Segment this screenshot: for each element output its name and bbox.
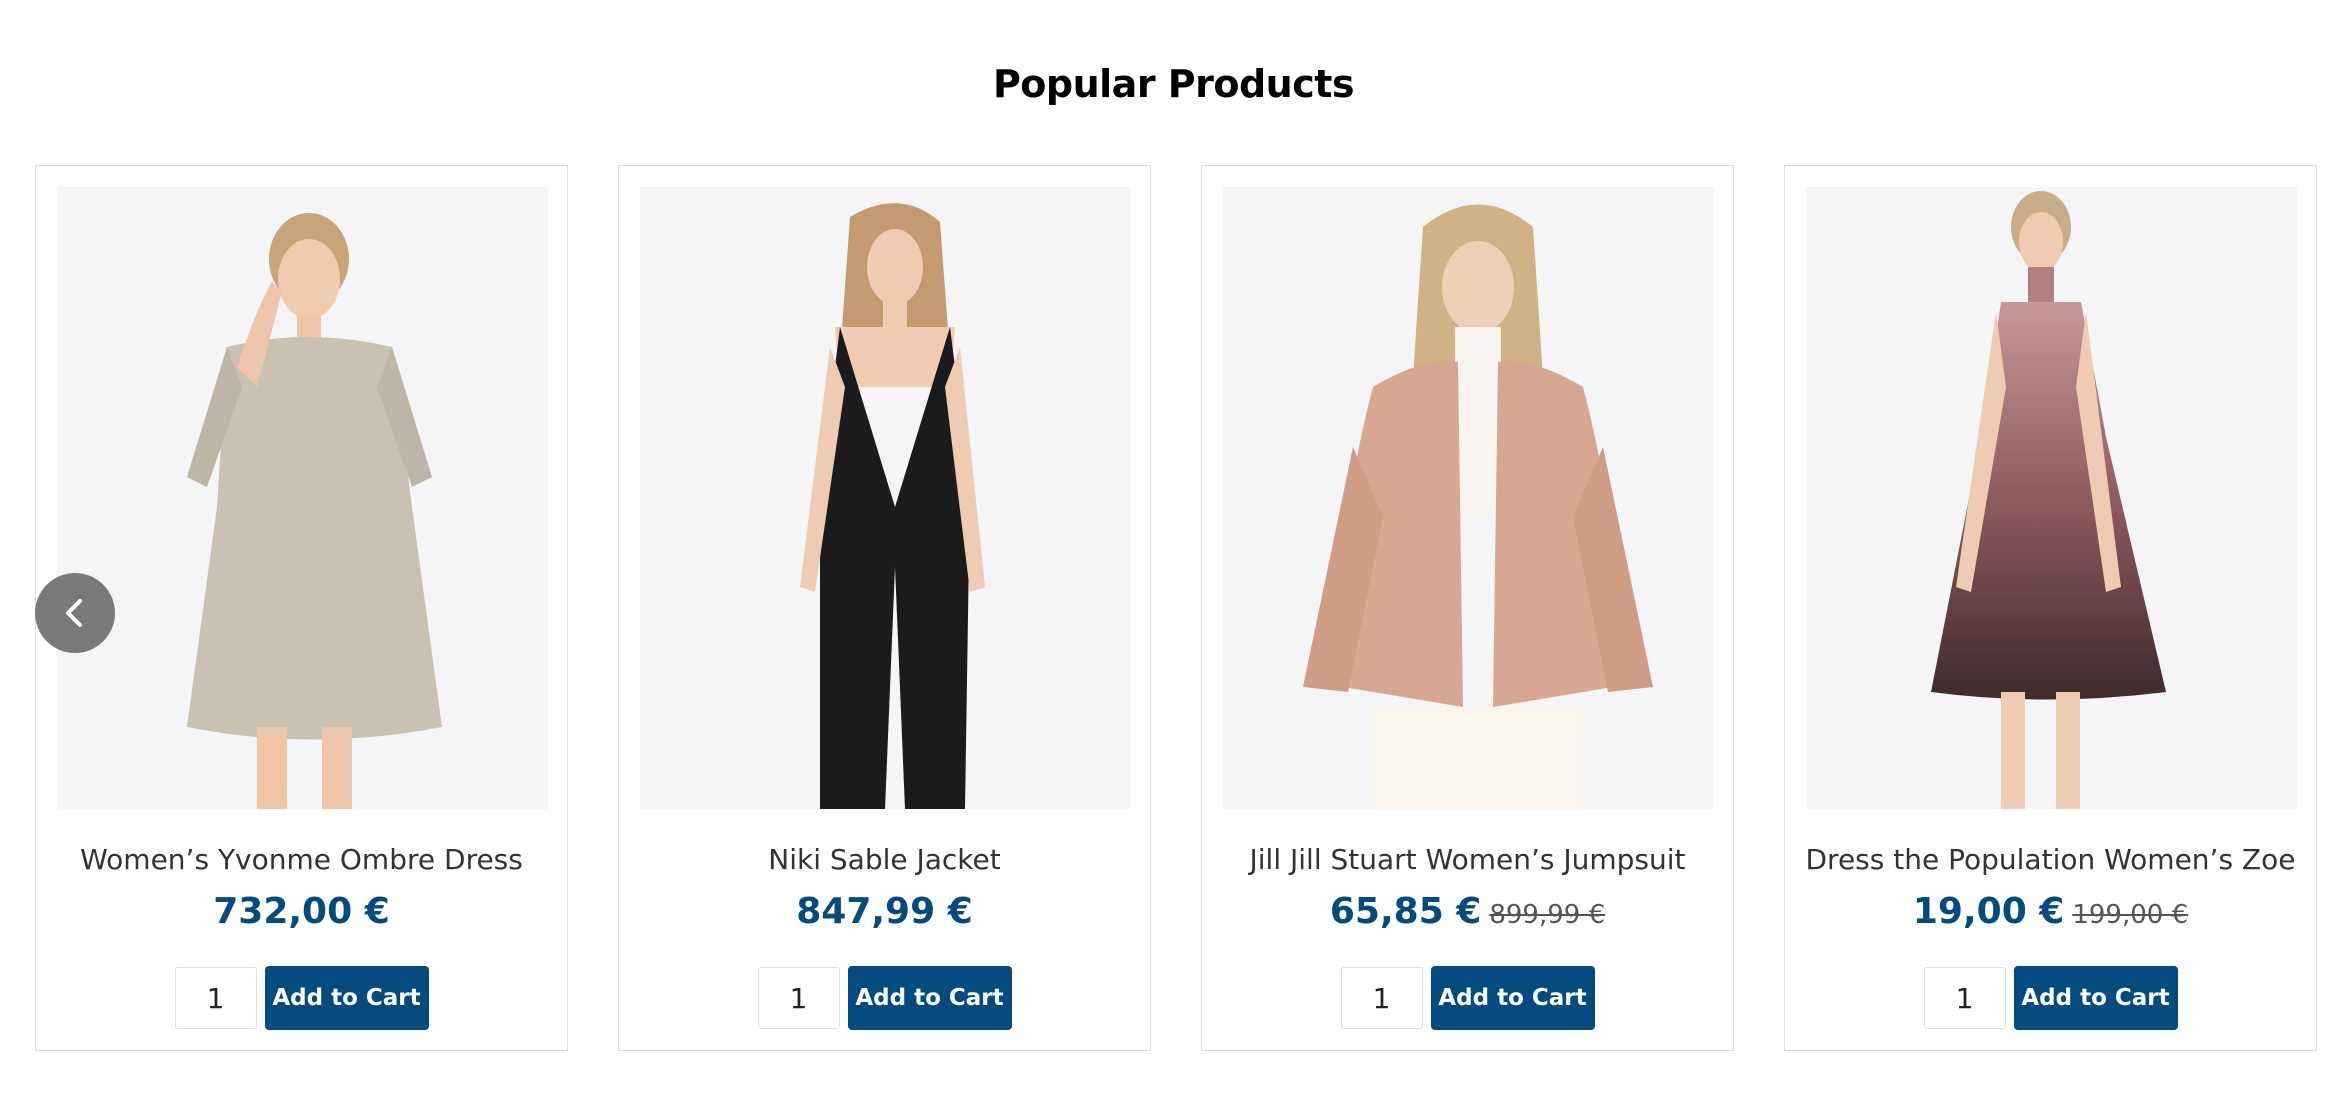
product-title[interactable]: Niki Sable Jacket xyxy=(619,843,1150,876)
card-actions: Add to Cart xyxy=(1202,966,1733,1030)
price-current: 65,85 € xyxy=(1329,891,1482,932)
product-card: Women’s Yvonme Ombre Dress 732,00 € Add … xyxy=(35,165,568,1051)
product-carousel: Women’s Yvonme Ombre Dress 732,00 € Add … xyxy=(0,165,2347,1055)
add-to-cart-button[interactable]: Add to Cart xyxy=(1430,966,1595,1030)
product-card: Niki Sable Jacket 847,99 € Add to Cart xyxy=(618,165,1151,1051)
product-image[interactable] xyxy=(57,187,548,809)
product-title[interactable]: Women’s Yvonme Ombre Dress xyxy=(36,843,567,876)
card-actions: Add to Cart xyxy=(619,966,1150,1030)
product-title[interactable]: Dress the Population Women’s Zoe xyxy=(1785,843,2316,876)
quantity-input[interactable] xyxy=(1923,967,2006,1029)
product-card: Dress the Population Women’s Zoe 19,00 €… xyxy=(1784,165,2317,1051)
add-to-cart-button[interactable]: Add to Cart xyxy=(2013,966,2178,1030)
quantity-input[interactable] xyxy=(757,967,840,1029)
add-to-cart-button[interactable]: Add to Cart xyxy=(264,966,429,1030)
quantity-input[interactable] xyxy=(174,967,257,1029)
section-title: Popular Products xyxy=(992,62,1355,106)
product-image[interactable] xyxy=(1806,187,2297,809)
product-card: Jill Jill Stuart Women’s Jumpsuit 65,85 … xyxy=(1201,165,1734,1051)
price-current: 732,00 € xyxy=(213,891,390,932)
product-title[interactable]: Jill Jill Stuart Women’s Jumpsuit xyxy=(1202,843,1733,876)
product-image[interactable] xyxy=(1223,187,1714,809)
product-image[interactable] xyxy=(640,187,1131,809)
product-price: 19,00 €199,00 € xyxy=(1785,891,2316,932)
quantity-input[interactable] xyxy=(1340,967,1423,1029)
price-old: 899,99 € xyxy=(1489,900,1606,930)
chevron-left-icon xyxy=(66,599,82,627)
card-actions: Add to Cart xyxy=(1785,966,2316,1030)
carousel-prev-button[interactable] xyxy=(35,573,115,653)
add-to-cart-button[interactable]: Add to Cart xyxy=(847,966,1012,1030)
price-current: 847,99 € xyxy=(796,891,973,932)
price-old: 199,00 € xyxy=(2072,900,2189,930)
card-actions: Add to Cart xyxy=(36,966,567,1030)
product-price: 732,00 € xyxy=(36,891,567,932)
product-price: 847,99 € xyxy=(619,891,1150,932)
product-price: 65,85 €899,99 € xyxy=(1202,891,1733,932)
price-current: 19,00 € xyxy=(1912,891,2065,932)
